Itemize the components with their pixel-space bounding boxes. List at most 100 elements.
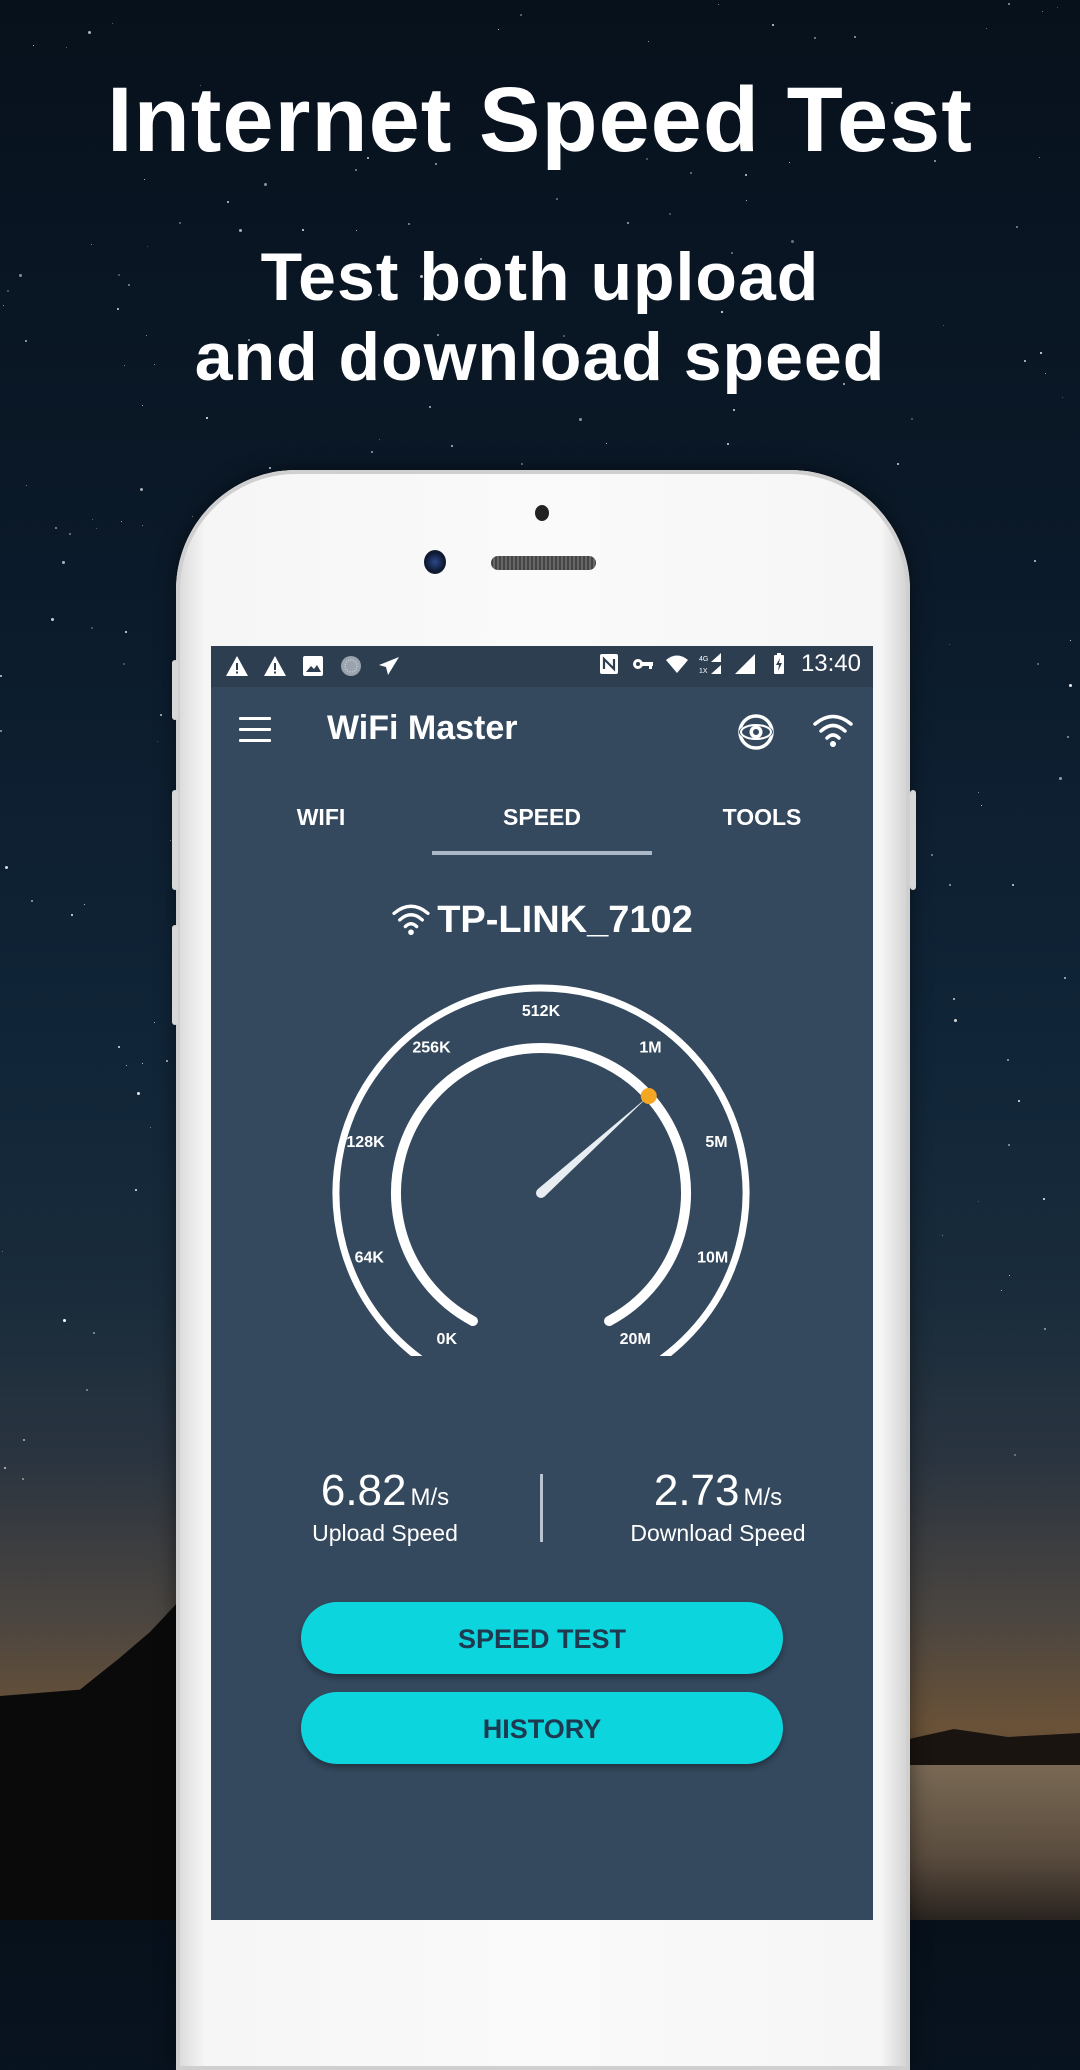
promo-headline: Internet Speed Test [107,69,973,171]
gauge-needle-base [536,1188,546,1198]
star [727,443,729,445]
star [137,1092,140,1095]
signal-icon [734,654,755,674]
star [814,37,816,39]
star [1008,1144,1010,1146]
star [51,618,54,621]
network-name: TP-LINK_7102 [437,899,693,941]
star [0,730,2,732]
proximity-sensor [535,505,549,521]
star [1067,736,1069,738]
status-bar: 4G 1X 13:40 [211,646,873,687]
star [356,230,357,231]
star [1044,1328,1046,1330]
active-tab-indicator [432,851,652,855]
nfc-icon [599,654,618,674]
app-screen: 4G 1X 13:40 WiFi Master WIFI SPEED TOOLS [211,646,873,1920]
tab-wifi[interactable]: WIFI [211,777,431,857]
star [371,451,373,453]
star [669,213,671,215]
star [86,1389,88,1391]
star [179,222,181,224]
speed-gauge: 0K 64K 128K 256K 512K 1M 5M 10M 20M [332,984,750,1356]
star [1008,3,1010,5]
star [92,519,93,520]
star [627,222,629,224]
star [88,31,91,34]
eye-icon[interactable] [736,712,776,752]
star [978,1201,979,1202]
promo-subline-2: and download speed [194,319,886,395]
star [379,439,380,440]
gauge-needle-tip [640,1087,657,1104]
phone-volume-down [172,925,178,1025]
star [142,1063,143,1064]
star [408,223,410,225]
history-button[interactable]: HISTORY [301,1692,783,1764]
download-stat: 2.73 M/s Download Speed [568,1466,868,1547]
star [23,1439,25,1441]
star [31,900,33,902]
vpn-key-icon [632,659,653,669]
warning-icon [226,656,248,676]
star [63,1319,66,1322]
star [1007,1059,1009,1061]
star [1001,1290,1002,1291]
speed-test-button[interactable]: SPEED TEST [301,1602,783,1674]
lake-reflection [910,1760,1080,1920]
signal-4g-1x-icon: 4G 1X [699,653,721,675]
star [733,409,735,411]
star [931,854,933,856]
tab-speed[interactable]: SPEED [432,777,652,857]
star [55,527,57,529]
star [1043,1198,1045,1200]
star [2,1251,3,1252]
star [949,884,951,886]
menu-icon[interactable] [239,717,271,745]
star [978,792,979,793]
star [1064,977,1066,979]
speed-results: 6.82 M/s Upload Speed 2.73 M/s Download Sp… [211,1466,873,1566]
warning-icon [264,656,286,676]
star [1062,397,1063,398]
star [142,525,143,526]
tab-bar: WIFI SPEED TOOLS [211,777,873,857]
gauge-needle [537,1095,649,1197]
gauge-tick-label: 20M [620,1331,651,1348]
star [1070,640,1071,641]
star [154,1022,155,1023]
gauge-tick-label: 5M [705,1134,727,1151]
star [135,1189,137,1191]
star [498,29,499,30]
download-speed-label: Download Speed [630,1520,806,1546]
star [1014,1454,1016,1456]
star [521,463,523,465]
front-camera [424,550,446,574]
star [1037,663,1039,665]
gauge-tick-label: 10M [697,1249,728,1266]
star [981,805,982,806]
network-name-row: TP-LINK_7102 [211,899,873,942]
phone-power-button [910,790,916,890]
star [986,28,987,29]
gauge-tick-label: 256K [412,1039,451,1056]
star [911,418,913,420]
star [520,14,522,16]
wifi-icon[interactable] [812,712,854,748]
star [125,631,127,633]
tab-tools[interactable]: TOOLS [652,777,872,857]
star [126,1065,127,1066]
star [1009,1275,1010,1276]
upload-speed-value: 6.82 [320,1466,407,1515]
star [302,229,304,231]
star [91,627,93,629]
star [949,644,950,645]
send-icon [379,657,399,675]
wifi-icon [392,904,430,936]
star [264,183,267,186]
star [772,24,774,26]
star [451,445,453,447]
star [1034,560,1036,562]
star [144,179,145,180]
star [606,443,607,444]
